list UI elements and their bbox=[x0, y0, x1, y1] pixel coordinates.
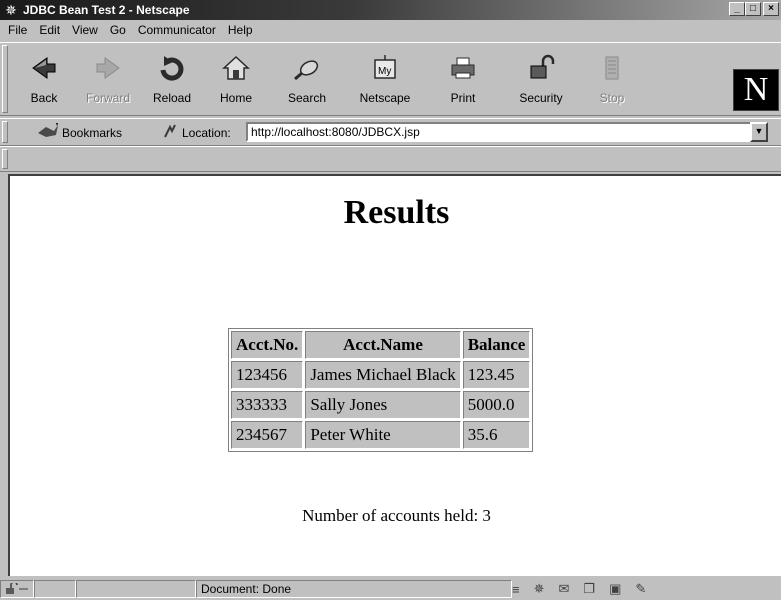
search-icon bbox=[291, 53, 323, 83]
netscape-button[interactable]: My Netscape bbox=[346, 43, 424, 115]
page-heading: Results bbox=[343, 194, 450, 231]
table-row: 234567 Peter White 35.6 bbox=[231, 421, 531, 449]
header-acct-name: Acct.Name bbox=[305, 331, 461, 359]
cell-acct-name: James Michael Black bbox=[305, 361, 461, 389]
table-header-row: Acct.No. Acct.Name Balance bbox=[231, 331, 531, 359]
window-title: JDBC Bean Test 2 - Netscape bbox=[23, 3, 190, 17]
menu-edit[interactable]: Edit bbox=[33, 23, 66, 37]
location-icon bbox=[162, 123, 182, 142]
forward-button[interactable]: Forward bbox=[76, 43, 140, 115]
chevron-down-icon: ▼ bbox=[754, 126, 764, 136]
location-label: Location: bbox=[182, 125, 231, 140]
minimize-button[interactable]: _ bbox=[729, 2, 745, 16]
navigation-toolbar: Back Forward Reload Home Search My Netsc… bbox=[0, 42, 781, 116]
page-content: Results Acct.No. Acct.Name Balance 12345… bbox=[8, 174, 781, 576]
toolbar-grip[interactable] bbox=[2, 149, 8, 169]
composer-icon[interactable]: ▣ bbox=[609, 581, 621, 597]
back-label: Back bbox=[30, 91, 58, 105]
netscape-app-icon: ✵ bbox=[5, 2, 17, 18]
menu-go[interactable]: Go bbox=[104, 23, 132, 37]
close-button[interactable]: × bbox=[763, 2, 779, 16]
url-field[interactable] bbox=[246, 122, 756, 142]
header-acct-no: Acct.No. bbox=[231, 331, 304, 359]
stop-icon bbox=[596, 53, 628, 83]
cell-balance: 123.45 bbox=[462, 361, 531, 389]
status-bar: Document: Done ≡ ✵ ✉ ❐ ▣ ✎ bbox=[0, 578, 781, 600]
bookmarks-button[interactable]: Bookmarks bbox=[36, 123, 122, 142]
menu-view[interactable]: View bbox=[66, 23, 104, 37]
reload-button[interactable]: Reload bbox=[140, 43, 204, 115]
window-controls: _ □ × bbox=[729, 2, 779, 16]
maximize-button[interactable]: □ bbox=[745, 2, 761, 16]
menu-communicator[interactable]: Communicator bbox=[132, 23, 222, 37]
cell-balance: 5000.0 bbox=[462, 391, 531, 419]
cell-acct-no: 234567 bbox=[231, 421, 304, 449]
browser-window: ✵ JDBC Bean Test 2 - Netscape _ □ × File… bbox=[0, 0, 781, 600]
netscape-label: Netscape bbox=[359, 91, 411, 105]
cell-acct-name: Sally Jones bbox=[305, 391, 461, 419]
cell-acct-no: 123456 bbox=[231, 361, 304, 389]
title-bar: ✵ JDBC Bean Test 2 - Netscape _ □ × bbox=[0, 0, 781, 20]
reload-icon bbox=[156, 53, 188, 83]
search-button[interactable]: Search bbox=[268, 43, 346, 115]
reload-label: Reload bbox=[152, 91, 192, 105]
personal-toolbar bbox=[0, 146, 781, 172]
mail-icon[interactable]: ✉ bbox=[559, 581, 570, 597]
bookmarks-label: Bookmarks bbox=[62, 125, 123, 140]
cell-acct-no: 333333 bbox=[231, 391, 304, 419]
cell-acct-name: Peter White bbox=[305, 421, 461, 449]
security-status-icon[interactable] bbox=[0, 580, 34, 598]
bookmarks-icon bbox=[36, 123, 62, 142]
print-label: Print bbox=[450, 91, 476, 105]
table-row: 333333 Sally Jones 5000.0 bbox=[231, 391, 531, 419]
url-dropdown-button[interactable]: ▼ bbox=[750, 122, 768, 142]
connection-status-icon bbox=[34, 580, 76, 598]
svg-text:My: My bbox=[378, 66, 391, 77]
cell-balance: 35.6 bbox=[462, 421, 531, 449]
component-bar-grip-icon[interactable]: ≡ bbox=[512, 582, 520, 597]
stop-button[interactable]: Stop bbox=[580, 43, 644, 115]
search-label: Search bbox=[287, 91, 327, 105]
pen-icon[interactable]: ✎ bbox=[635, 581, 646, 597]
back-arrow-icon bbox=[28, 53, 60, 83]
netscape-my-icon: My bbox=[369, 53, 401, 83]
navigator-icon[interactable]: ✵ bbox=[534, 581, 545, 597]
forward-label: Forward bbox=[85, 91, 130, 105]
padlock-icon bbox=[525, 53, 557, 83]
discussions-icon[interactable]: ❐ bbox=[583, 581, 595, 597]
stop-label: Stop bbox=[599, 91, 625, 105]
security-button[interactable]: Security bbox=[502, 43, 580, 115]
netscape-logo[interactable]: N bbox=[733, 69, 779, 111]
menu-help[interactable]: Help bbox=[222, 23, 259, 37]
menu-bar: File Edit View Go Communicator Help bbox=[0, 20, 781, 40]
menu-file[interactable]: File bbox=[2, 23, 33, 37]
security-label: Security bbox=[519, 91, 563, 105]
home-button[interactable]: Home bbox=[204, 43, 268, 115]
home-icon bbox=[220, 53, 252, 83]
home-label: Home bbox=[219, 91, 252, 105]
table-row: 123456 James Michael Black 123.45 bbox=[231, 361, 531, 389]
progress-bar bbox=[76, 580, 196, 598]
component-bar: ≡ ✵ ✉ ❐ ▣ ✎ bbox=[512, 580, 646, 598]
location-label-group: Location: bbox=[162, 123, 231, 142]
header-balance: Balance bbox=[462, 331, 531, 359]
forward-arrow-icon bbox=[92, 53, 124, 83]
accounts-count: Number of accounts held: 3 bbox=[302, 506, 491, 525]
toolbar-grip[interactable] bbox=[2, 45, 8, 113]
toolbar-grip[interactable] bbox=[2, 121, 8, 143]
location-toolbar: Bookmarks Location: ▼ bbox=[0, 118, 781, 146]
status-text: Document: Done bbox=[196, 580, 512, 598]
print-button[interactable]: Print bbox=[424, 43, 502, 115]
printer-icon bbox=[447, 53, 479, 83]
accounts-table: Acct.No. Acct.Name Balance 123456 James … bbox=[228, 328, 534, 452]
back-button[interactable]: Back bbox=[12, 43, 76, 115]
